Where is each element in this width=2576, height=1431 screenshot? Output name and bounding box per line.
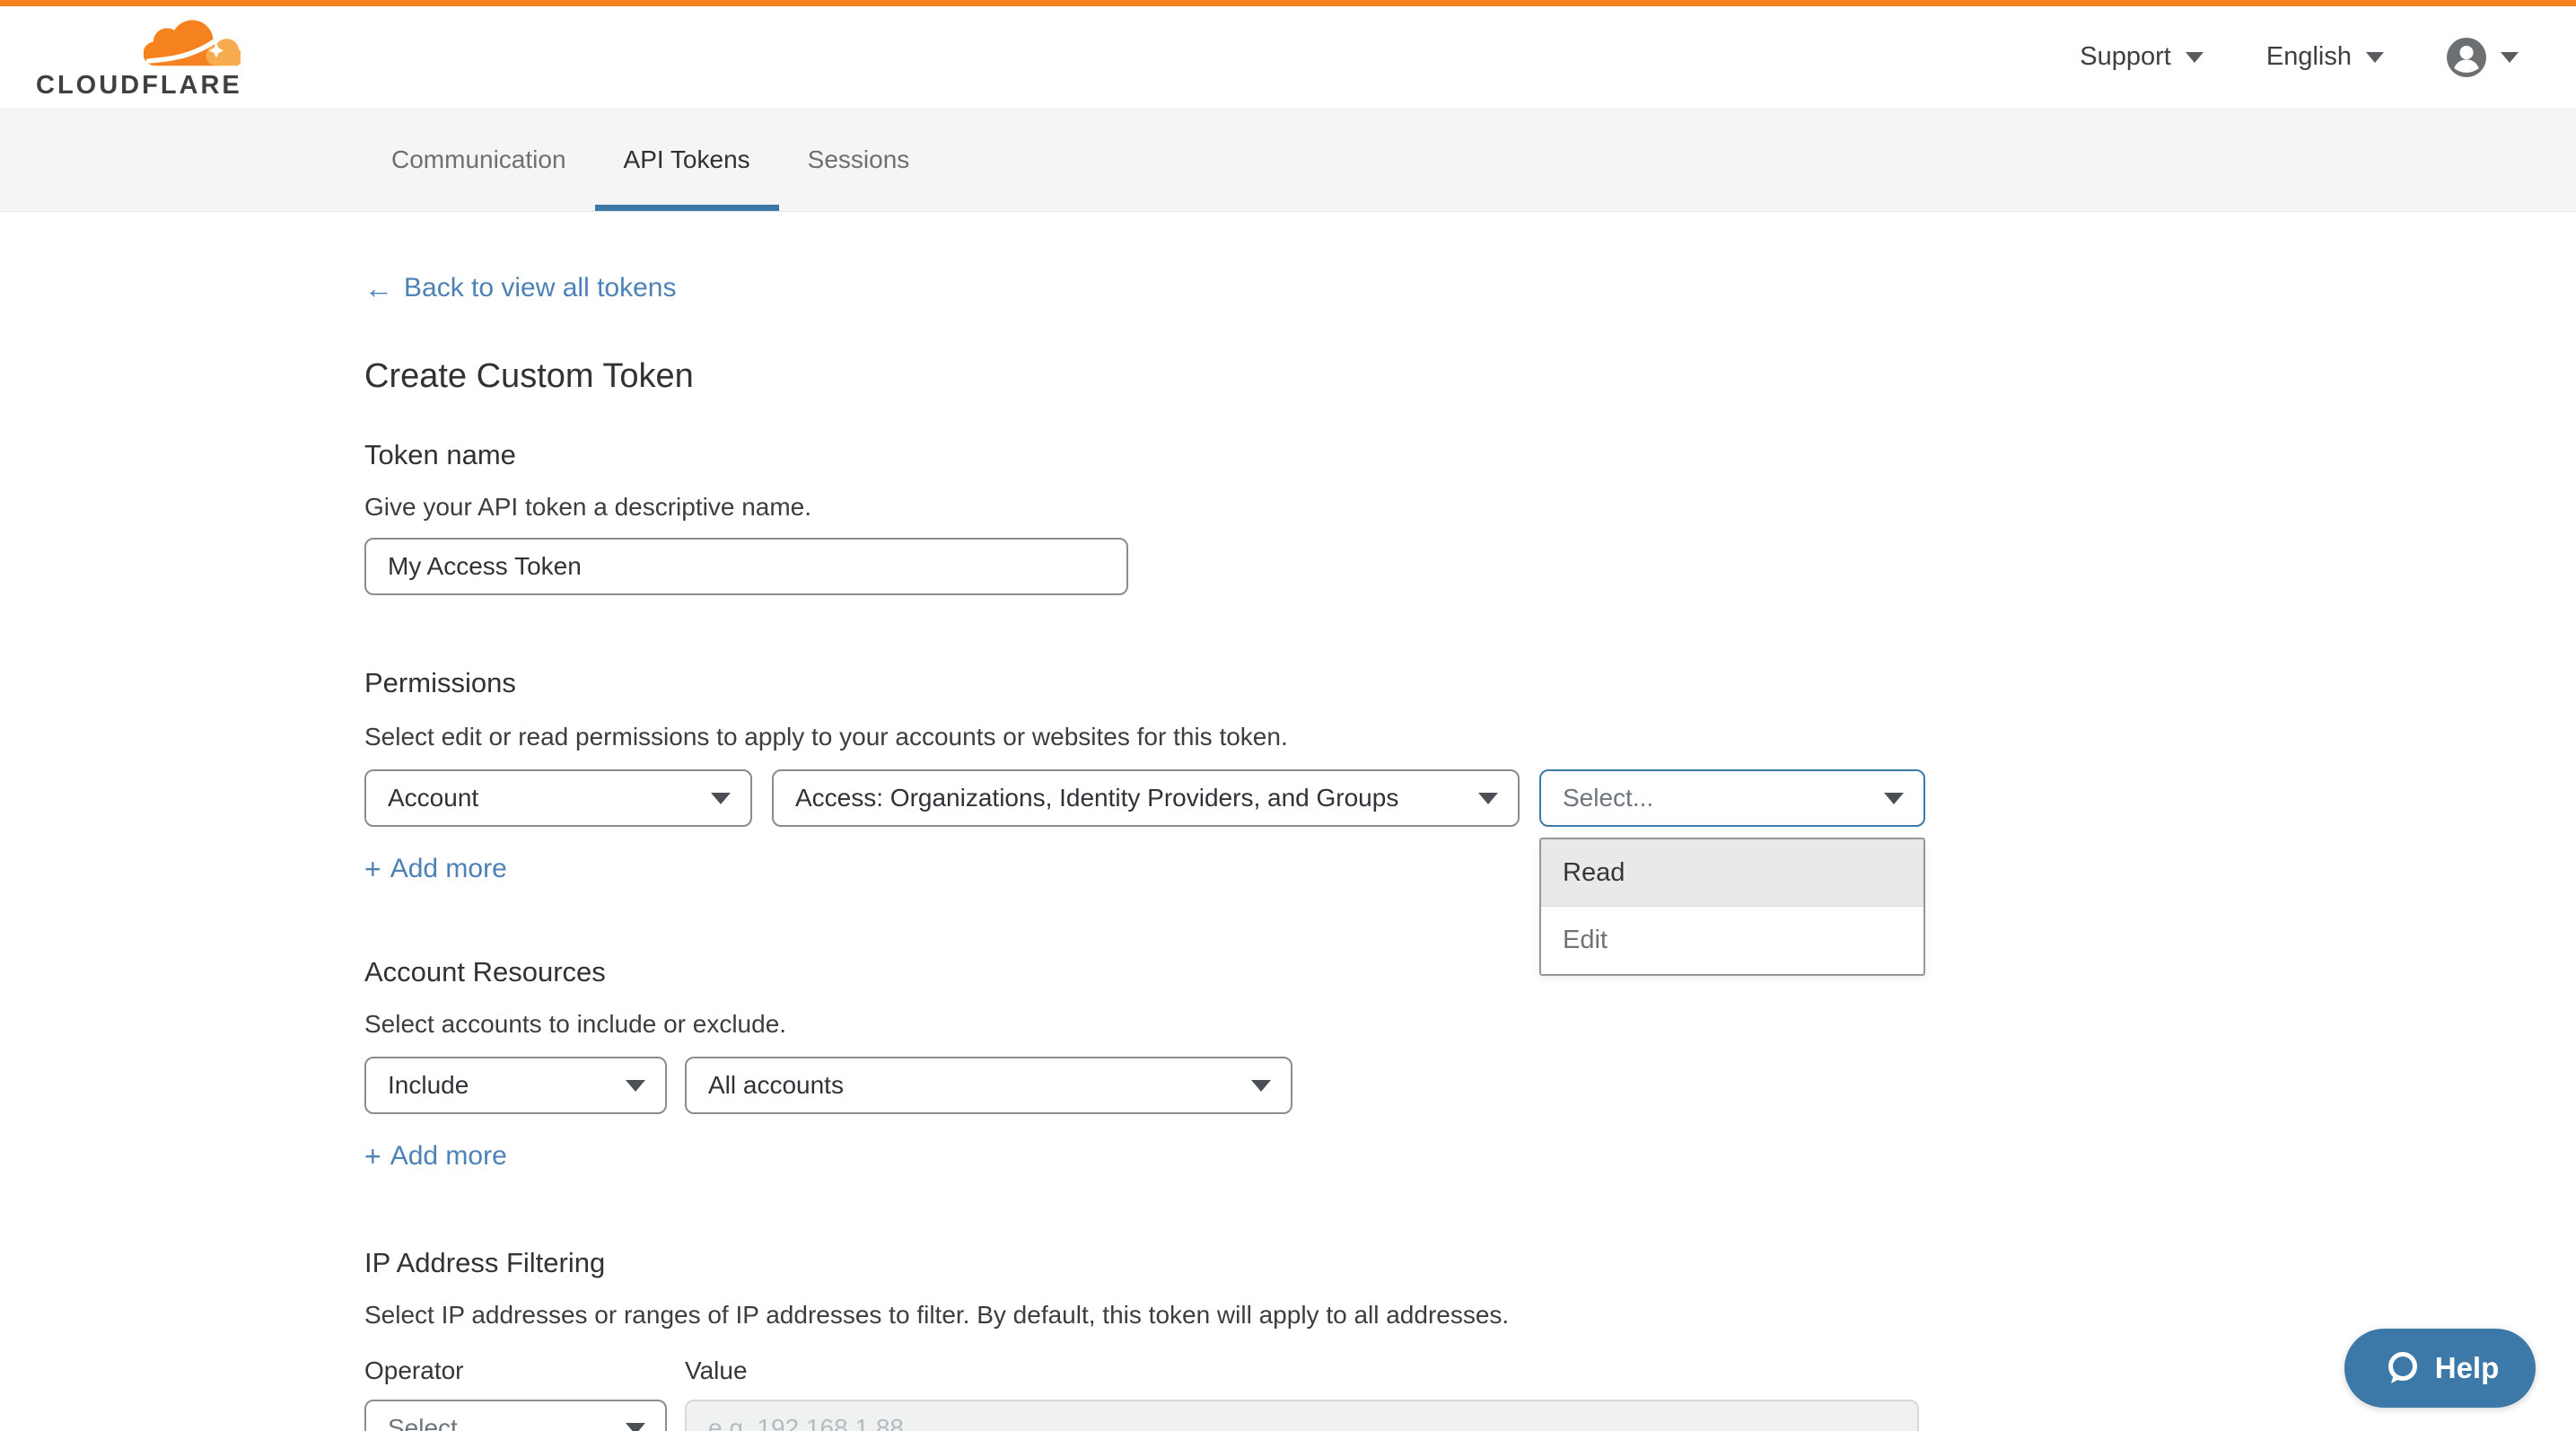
token-name-heading: Token name bbox=[364, 439, 2576, 471]
account-resources-add-more-link[interactable]: + Add more bbox=[364, 1141, 507, 1172]
header-nav: Support English bbox=[2080, 38, 2519, 77]
top-header: CLOUDFLARE Support English bbox=[0, 6, 2576, 108]
back-to-tokens-link[interactable]: ← Back to view all tokens bbox=[364, 273, 676, 303]
chevron-down-icon bbox=[2366, 52, 2384, 63]
ip-filtering-section: IP Address Filtering Select IP addresses… bbox=[364, 1247, 2576, 1431]
token-name-input[interactable] bbox=[364, 538, 1128, 595]
permission-level-select[interactable]: Select... bbox=[1539, 769, 1925, 827]
permission-scope-value: Account bbox=[388, 784, 478, 812]
tab-label: Sessions bbox=[808, 145, 910, 174]
language-label: English bbox=[2266, 42, 2352, 72]
tab-label: API Tokens bbox=[624, 145, 750, 174]
help-button[interactable]: Help bbox=[2344, 1329, 2536, 1408]
token-name-description: Give your API token a descriptive name. bbox=[364, 493, 2576, 522]
permissions-description: Select edit or read permissions to apply… bbox=[364, 723, 2576, 751]
permissions-row: Account Access: Organizations, Identity … bbox=[364, 769, 2576, 827]
accounts-value: All accounts bbox=[708, 1071, 844, 1100]
permission-level-placeholder: Select... bbox=[1563, 784, 1653, 812]
ip-filtering-labels: Operator Value bbox=[364, 1356, 2576, 1385]
account-resources-heading: Account Resources bbox=[364, 956, 2576, 988]
permissions-add-more-link[interactable]: + Add more bbox=[364, 854, 507, 884]
token-name-section: Token name Give your API token a descrip… bbox=[364, 439, 2576, 595]
permission-resource-select[interactable]: Access: Organizations, Identity Provider… bbox=[772, 769, 1520, 827]
support-label: Support bbox=[2080, 42, 2171, 72]
tab-label: Communication bbox=[391, 145, 566, 174]
account-resources-row: Include All accounts bbox=[364, 1057, 2576, 1114]
chevron-down-icon bbox=[2186, 52, 2204, 63]
cloudflare-logo-text: CLOUDFLARE bbox=[36, 71, 242, 101]
dropdown-caret-icon bbox=[1251, 1080, 1271, 1092]
dropdown-caret-icon bbox=[626, 1080, 645, 1092]
tab-sessions[interactable]: Sessions bbox=[779, 108, 939, 211]
add-more-label: Add more bbox=[390, 1141, 507, 1172]
ip-filtering-row: Select... bbox=[364, 1400, 2576, 1431]
permission-level-menu: Read Edit bbox=[1539, 838, 1925, 976]
plus-icon: + bbox=[364, 1142, 381, 1171]
accounts-select[interactable]: All accounts bbox=[685, 1057, 1292, 1114]
ip-value-input[interactable] bbox=[685, 1400, 1919, 1431]
cloudflare-cloud-icon bbox=[144, 19, 241, 69]
plus-icon: + bbox=[364, 855, 381, 883]
operator-placeholder: Select... bbox=[388, 1414, 478, 1431]
ip-filtering-description: Select IP addresses or ranges of IP addr… bbox=[364, 1301, 2576, 1330]
menu-option-edit[interactable]: Edit bbox=[1541, 907, 1923, 974]
permissions-heading: Permissions bbox=[364, 667, 2576, 699]
permission-scope-select[interactable]: Account bbox=[364, 769, 752, 827]
menu-option-label: Read bbox=[1563, 858, 1625, 888]
dropdown-caret-icon bbox=[1884, 793, 1904, 804]
chevron-down-icon bbox=[2501, 52, 2519, 63]
account-resources-description: Select accounts to include or exclude. bbox=[364, 1010, 2576, 1039]
page-title: Create Custom Token bbox=[364, 357, 2576, 396]
menu-option-label: Edit bbox=[1563, 926, 1608, 955]
permission-level-wrap: Select... Read Edit bbox=[1539, 769, 1925, 827]
operator-label: Operator bbox=[364, 1356, 685, 1385]
account-mode-select[interactable]: Include bbox=[364, 1057, 667, 1114]
account-resources-section: Account Resources Select accounts to inc… bbox=[364, 956, 2576, 1172]
brand-accent-strip bbox=[0, 0, 2576, 6]
permissions-section: Permissions Select edit or read permissi… bbox=[364, 667, 2576, 884]
add-more-label: Add more bbox=[390, 854, 507, 884]
dropdown-caret-icon bbox=[1478, 793, 1498, 804]
value-label: Value bbox=[685, 1356, 748, 1385]
chat-bubble-icon bbox=[2381, 1348, 2423, 1389]
main-content: ← Back to view all tokens Create Custom … bbox=[0, 212, 2576, 1431]
help-label: Help bbox=[2435, 1351, 2500, 1385]
account-mode-value: Include bbox=[388, 1071, 469, 1100]
ip-filtering-heading: IP Address Filtering bbox=[364, 1247, 2576, 1279]
tab-api-tokens[interactable]: API Tokens bbox=[595, 108, 779, 211]
tab-bar: Communication API Tokens Sessions bbox=[0, 108, 2576, 212]
support-menu[interactable]: Support bbox=[2080, 42, 2204, 72]
menu-option-read[interactable]: Read bbox=[1541, 839, 1923, 907]
dropdown-caret-icon bbox=[711, 793, 731, 804]
account-menu[interactable] bbox=[2447, 38, 2519, 77]
dropdown-caret-icon bbox=[626, 1423, 645, 1431]
user-avatar-icon bbox=[2447, 38, 2486, 77]
language-menu[interactable]: English bbox=[2266, 42, 2384, 72]
cloudflare-logo[interactable]: CLOUDFLARE bbox=[36, 19, 242, 101]
back-link-label: Back to view all tokens bbox=[404, 273, 676, 303]
operator-select[interactable]: Select... bbox=[364, 1400, 667, 1431]
tab-communication[interactable]: Communication bbox=[363, 108, 595, 211]
back-arrow-icon: ← bbox=[364, 274, 393, 303]
permission-resource-value: Access: Organizations, Identity Provider… bbox=[795, 784, 1398, 812]
